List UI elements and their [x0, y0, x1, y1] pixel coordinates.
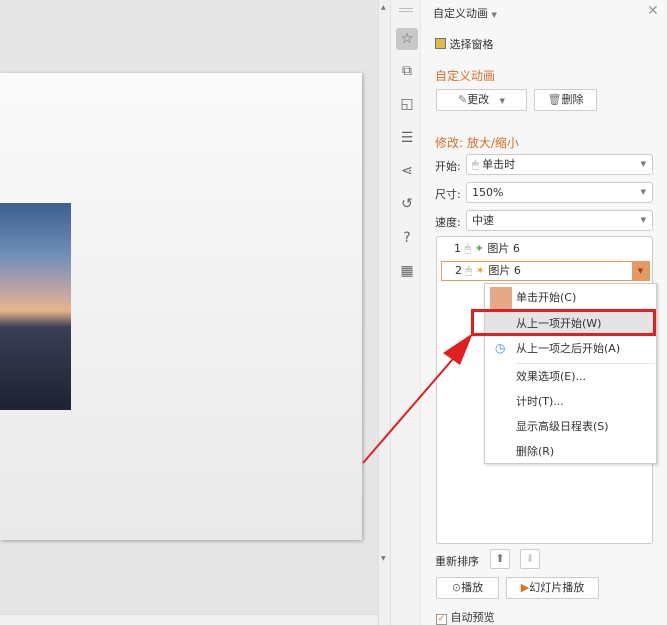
size-select[interactable]: 150% ▼	[466, 182, 653, 203]
menu-item-delete[interactable]: 删除(R)	[485, 439, 656, 464]
animation-item[interactable]: 1 🖱 ✦ 图片 6	[441, 240, 650, 260]
arrow-up-icon: ⬆	[495, 552, 505, 565]
start-select[interactable]: 🖱 单击时 ▼	[466, 154, 653, 175]
reorder-label: 重新排序	[435, 555, 479, 568]
select-pane-button[interactable]: 选择窗格	[435, 36, 494, 52]
effect-zoom-icon: ✶	[475, 264, 485, 277]
size-value: 150%	[472, 186, 504, 199]
slide-transition-icon[interactable]: ⧉	[396, 60, 418, 82]
panel-title-text: 自定义动画	[433, 7, 488, 20]
more-apps-icon[interactable]: ▦	[396, 260, 418, 282]
share-icon[interactable]: ⋖	[396, 160, 418, 182]
menu-item-effect-options[interactable]: 效果选项(E)...	[485, 364, 656, 389]
panel-title[interactable]: 自定义动画 ▼	[433, 5, 497, 21]
slide-canvas	[0, 0, 378, 625]
delete-button[interactable]: 🗑删除	[534, 89, 597, 111]
menu-item-advanced-timeline[interactable]: 显示高级日程表(S)	[485, 414, 656, 439]
play-label: 播放	[461, 581, 484, 594]
speed-select[interactable]: 中速 ▼	[466, 210, 653, 231]
move-down-button[interactable]: ⬇	[520, 549, 540, 569]
change-label: 更改	[467, 93, 490, 106]
select-pane-icon	[435, 38, 446, 49]
properties-sliders-icon[interactable]: ☰	[396, 127, 418, 149]
slide-image[interactable]	[0, 203, 71, 410]
size-label: 尺寸:	[435, 188, 461, 201]
move-up-button[interactable]: ⬆	[490, 549, 510, 569]
close-icon[interactable]: ✕	[647, 3, 659, 19]
history-icon[interactable]: ↺	[396, 193, 418, 215]
scroll-down-icon[interactable]: ▼	[381, 555, 386, 562]
speed-label: 速度:	[435, 216, 461, 229]
slideshow-icon: ▶	[520, 581, 530, 594]
arrow-down-icon: ⬇	[525, 552, 535, 565]
drag-handle-icon[interactable]	[399, 8, 413, 12]
item-dropdown-button[interactable]: ▼	[632, 262, 649, 280]
select-pane-label: 选择窗格	[449, 38, 494, 51]
animation-star-icon[interactable]: ☆	[396, 28, 418, 50]
pencil-icon: ✎	[457, 93, 468, 106]
chevron-down-icon: ▼	[640, 160, 646, 168]
vertical-scrollbar[interactable]: ▲ ▼	[378, 0, 390, 625]
trash-icon: 🗑	[547, 93, 562, 106]
delete-label: 删除	[561, 93, 584, 106]
start-label: 开始:	[435, 160, 461, 173]
chevron-down-icon: ▼	[499, 97, 506, 105]
chevron-down-icon: ▼	[640, 188, 646, 196]
speed-value: 中速	[472, 214, 494, 227]
play-icon: ⊙	[451, 581, 462, 594]
item-number: 1	[454, 242, 461, 255]
autopreview-checkbox[interactable]: ✓ 自动预览	[436, 609, 495, 625]
menu-item-timing[interactable]: 计时(T)...	[485, 389, 656, 414]
start-value: 单击时	[482, 158, 516, 171]
autopreview-label: 自动预览	[450, 611, 495, 624]
chevron-down-icon: ▼	[640, 216, 646, 224]
menu-item-start-after-previous[interactable]: 从上一项之后开始(A)	[485, 336, 656, 361]
item-name: 图片 6	[488, 264, 521, 277]
menu-item-start-on-click[interactable]: 单击开始(C)	[485, 285, 656, 310]
mouse-icon: 🖱	[464, 242, 472, 255]
animation-item-selected[interactable]: 2 🖱 ✶ 图片 6 ▼	[441, 261, 650, 281]
slideshow-button[interactable]: ▶幻灯片播放	[506, 577, 599, 599]
scroll-up-icon[interactable]: ▲	[381, 4, 386, 11]
mouse-icon: 🖱	[472, 158, 479, 171]
item-name: 图片 6	[487, 242, 520, 255]
modify-heading: 修改: 放大/缩小	[435, 136, 519, 150]
highlight-box	[471, 309, 656, 336]
side-toolbar: ☆ ⧉ ◱ ☰ ⋖ ↺ ? ▦	[390, 0, 420, 625]
mouse-icon: 🖱	[465, 264, 473, 277]
chevron-down-icon: ▼	[491, 11, 497, 19]
checkbox-checked-icon: ✓	[436, 614, 447, 625]
section-heading-custom-animation: 自定义动画	[435, 69, 496, 83]
slideshow-label: 幻灯片播放	[529, 581, 585, 594]
help-icon[interactable]: ?	[396, 227, 418, 249]
play-button[interactable]: ⊙播放	[436, 577, 499, 599]
change-button[interactable]: ✎更改 ▼	[436, 89, 527, 111]
horizontal-scrollbar[interactable]	[0, 614, 378, 625]
annotation-arrow	[362, 333, 473, 464]
item-number: 2	[455, 264, 462, 277]
shapes-icon[interactable]: ◱	[396, 93, 418, 115]
effect-star-icon: ✦	[474, 242, 484, 255]
